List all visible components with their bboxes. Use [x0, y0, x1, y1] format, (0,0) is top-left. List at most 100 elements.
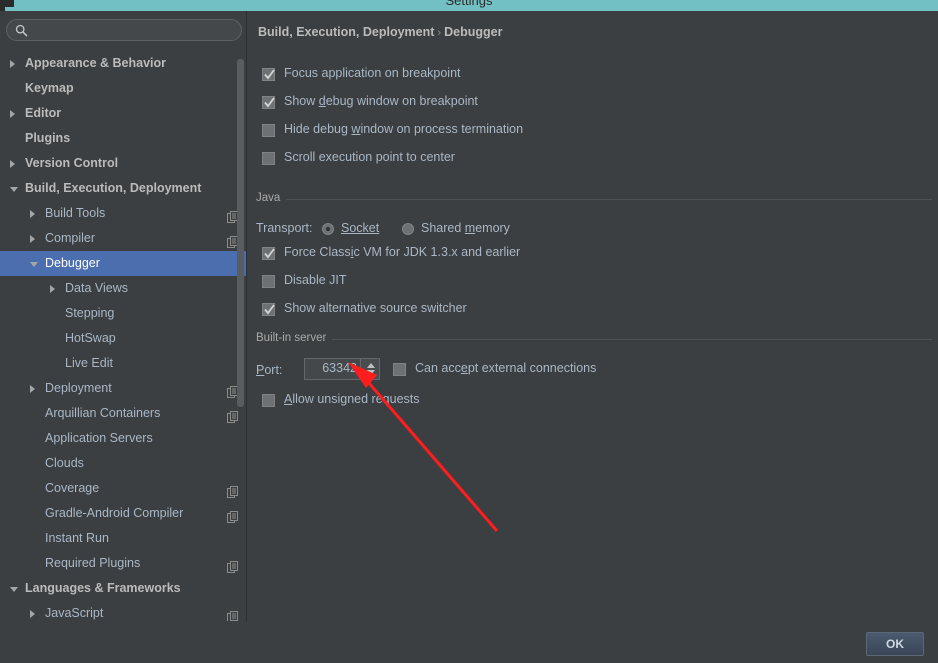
server-group-title: Built-in server [256, 332, 333, 344]
sidebar-scrollbar[interactable] [237, 59, 244, 407]
sidebar-item-compiler[interactable]: Compiler [0, 226, 246, 251]
breadcrumb-separator-icon: › [437, 27, 442, 39]
sidebar-item-build-tools[interactable]: Build Tools [0, 201, 246, 226]
label-scroll-execution-point-to-center: Scroll execution point to center [284, 150, 455, 164]
sidebar-item-label: HotSwap [65, 331, 116, 345]
chevron-right-icon[interactable] [30, 385, 35, 393]
label-show-alternative-source-switcher: Show alternative source switcher [284, 301, 467, 315]
can-accept-external-connections-label: Can accept external connections [415, 361, 597, 375]
sidebar-item-label: Debugger [45, 256, 100, 270]
sidebar-item-required-plugins[interactable]: Required Plugins [0, 551, 246, 576]
label-focus-application-on-breakpoint: Focus application on breakpoint [284, 66, 461, 80]
sidebar-item-label: Data Views [65, 281, 128, 295]
label-force-classic-vm-for-jdk-1-3-x-and-earlier: Force Classic VM for JDK 1.3.x and earli… [284, 245, 521, 259]
sidebar-item-label: Version Control [25, 156, 119, 170]
sidebar-item-languages-frameworks[interactable]: Languages & Frameworks [0, 576, 246, 601]
chevron-down-icon[interactable] [367, 370, 375, 375]
sidebar-item-javascript[interactable]: JavaScript [0, 601, 246, 621]
port-label: Port: [256, 363, 283, 377]
sidebar-item-plugins[interactable]: Plugins [0, 126, 246, 151]
sidebar-item-hotswap[interactable]: HotSwap [0, 326, 246, 351]
sidebar-item-label: Arquillian Containers [45, 406, 161, 420]
sidebar-item-label: Compiler [45, 231, 96, 245]
checkbox-scroll-execution-point-to-center[interactable] [262, 152, 275, 165]
chevron-down-icon[interactable] [30, 262, 38, 267]
sidebar-item-live-edit[interactable]: Live Edit [0, 351, 246, 376]
sidebar-item-instant-run[interactable]: Instant Run [0, 526, 246, 551]
port-label-text: ort: [264, 363, 283, 377]
project-scope-icon [227, 482, 239, 498]
sidebar-item-application-servers[interactable]: Application Servers [0, 426, 246, 451]
chevron-up-icon[interactable] [367, 363, 375, 368]
checkbox-show-alternative-source-switcher[interactable] [262, 303, 275, 316]
chevron-right-icon[interactable] [30, 610, 35, 618]
sidebar-item-debugger[interactable]: Debugger [0, 251, 246, 276]
chevron-right-icon[interactable] [30, 235, 35, 243]
breadcrumb-parent: Build, Execution, Deployment [258, 25, 435, 39]
transport-label: Transport: [256, 221, 313, 235]
sidebar-item-label: Instant Run [45, 531, 109, 545]
sidebar-item-build-execution-deployment[interactable]: Build, Execution, Deployment [0, 176, 246, 201]
chevron-right-icon[interactable] [10, 60, 15, 68]
sidebar-item-deployment[interactable]: Deployment [0, 376, 246, 401]
java-group-separator [256, 199, 932, 200]
sidebar-item-editor[interactable]: Editor [0, 101, 246, 126]
project-scope-icon [227, 507, 239, 523]
settings-sidebar: Appearance & Behavior Keymap Editor Plugins… [0, 11, 247, 621]
checkbox-force-classic-vm-for-jdk-1-3-x-and-earlier[interactable] [262, 247, 275, 260]
ok-button[interactable]: OK [866, 632, 924, 656]
chevron-right-icon[interactable] [30, 210, 35, 218]
can-accept-external-connections-checkbox[interactable] [393, 363, 406, 376]
window-titlebar: Settings [0, 0, 938, 11]
radio-shared-memory[interactable] [402, 223, 414, 235]
java-group-title: Java [256, 192, 287, 204]
checkbox-focus-application-on-breakpoint[interactable] [262, 68, 275, 81]
settings-window: Settings Appearance & Behavior Keymap Edit… [0, 0, 938, 663]
search-icon [15, 24, 28, 37]
debugger-settings-panel: Build, Execution, Deployment › Debugger Fo… [248, 11, 938, 621]
port-spinner-buttons[interactable] [360, 359, 379, 379]
sidebar-item-label: Build Tools [45, 206, 106, 220]
search-input[interactable] [32, 20, 233, 40]
chevron-right-icon[interactable] [10, 160, 15, 168]
sidebar-item-gradle-android-compiler[interactable]: Gradle-Android Compiler [0, 501, 246, 526]
sidebar-item-stepping[interactable]: Stepping [0, 301, 246, 326]
sidebar-item-label: Plugins [25, 131, 71, 145]
sidebar-item-clouds[interactable]: Clouds [0, 451, 246, 476]
dialog-footer: OK [0, 621, 938, 663]
sidebar-item-label: Application Servers [45, 431, 153, 445]
label-hide-debug-window-on-process-termination: Hide debug window on process termination [284, 122, 524, 136]
sidebar-item-label: Required Plugins [45, 556, 141, 570]
sidebar-item-label: Stepping [65, 306, 115, 320]
sidebar-item-coverage[interactable]: Coverage [0, 476, 246, 501]
radio-socket[interactable] [322, 223, 334, 235]
sidebar-search[interactable] [6, 19, 242, 41]
sidebar-item-keymap[interactable]: Keymap [0, 76, 246, 101]
sidebar-item-data-views[interactable]: Data Views [0, 276, 246, 301]
sidebar-item-version-control[interactable]: Version Control [0, 151, 246, 176]
port-value[interactable]: 63342 [309, 361, 357, 375]
allow-unsigned-requests-checkbox[interactable] [262, 394, 275, 407]
sidebar-item-label: Deployment [45, 381, 112, 395]
radio-shared-memory-label[interactable]: Shared memory [421, 221, 510, 235]
sidebar-item-appearance-behavior[interactable]: Appearance & Behavior [0, 51, 246, 76]
chevron-right-icon[interactable] [10, 110, 15, 118]
sidebar-item-label: Appearance & Behavior [25, 56, 167, 70]
chevron-down-icon[interactable] [10, 587, 18, 592]
port-spinner[interactable]: 63342 [304, 358, 380, 380]
checkbox-show-debug-window-on-breakpoint[interactable] [262, 96, 275, 109]
sidebar-item-label: Coverage [45, 481, 100, 495]
project-scope-icon [227, 557, 239, 573]
breadcrumb: Build, Execution, Deployment › Debugger [258, 25, 502, 39]
label-show-debug-window-on-breakpoint: Show debug window on breakpoint [284, 94, 478, 108]
checkbox-disable-jit[interactable] [262, 275, 275, 288]
chevron-right-icon[interactable] [50, 285, 55, 293]
sidebar-item-label: Build, Execution, Deployment [25, 181, 202, 195]
sidebar-item-arquillian-containers[interactable]: Arquillian Containers [0, 401, 246, 426]
sidebar-item-label: Clouds [45, 456, 84, 470]
chevron-down-icon[interactable] [10, 187, 18, 192]
settings-tree[interactable]: Appearance & Behavior Keymap Editor Plugins… [0, 51, 246, 621]
sidebar-item-label: Languages & Frameworks [25, 581, 181, 595]
checkbox-hide-debug-window-on-process-termination[interactable] [262, 124, 275, 137]
radio-socket-label[interactable]: Socket [341, 221, 379, 235]
